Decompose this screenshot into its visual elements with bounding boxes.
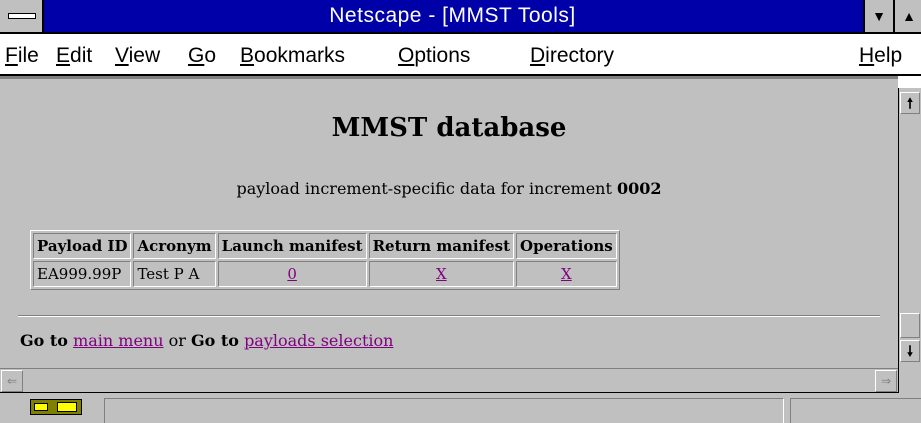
maximize-button[interactable]: ▲ <box>893 0 921 32</box>
menu-bookmarks[interactable]: Bookmarks <box>240 44 345 68</box>
minimize-button[interactable]: ▼ <box>863 0 893 32</box>
menu-view[interactable]: View <box>115 44 160 68</box>
scroll-up-button[interactable]: 🠕 <box>900 92 920 114</box>
scroll-down-button[interactable]: 🠗 <box>900 340 920 362</box>
scrollbar-corner <box>898 368 921 393</box>
window-title: Netscape - [MMST Tools] <box>329 4 576 27</box>
security-key-icon <box>30 399 82 415</box>
column-header-acronym: Acronym <box>133 233 216 259</box>
operations-link[interactable]: X <box>561 265 572 283</box>
triangle-down-icon: ▼ <box>872 8 886 24</box>
table-header-row: Payload ID Acronym Launch manifest Retur… <box>33 233 617 259</box>
column-header-return-manifest: Return manifest <box>368 233 515 259</box>
main-menu-link[interactable]: main menu <box>73 331 163 350</box>
cell-acronym: Test P A <box>133 261 216 287</box>
vertical-scrollbar[interactable]: 🠕 🠗 <box>898 88 921 368</box>
page-content: MMST database payload increment-specific… <box>0 76 898 368</box>
return-manifest-link[interactable]: X <box>436 265 447 283</box>
column-header-payload-id: Payload ID <box>33 233 132 259</box>
vertical-scroll-thumb[interactable] <box>900 313 920 338</box>
page-title: MMST database <box>331 113 567 143</box>
footer-navigation: Go to main menu or Go to payloads select… <box>20 331 394 350</box>
scroll-left-button[interactable]: ⇐ <box>1 370 23 392</box>
cell-payload-id: EA999.99P <box>33 261 132 287</box>
page-subtitle: payload increment-specific data for incr… <box>236 179 662 198</box>
increment-number: 0002 <box>617 179 662 198</box>
menu-options[interactable]: Options <box>398 44 470 68</box>
column-header-launch-manifest: Launch manifest <box>217 233 367 259</box>
horizontal-scrollbar[interactable]: ⇐ ⇒ <box>0 368 898 393</box>
arrow-up-icon: 🠕 <box>906 95 913 111</box>
system-menu-icon <box>8 13 36 19</box>
payloads-selection-link[interactable]: payloads selection <box>244 331 393 350</box>
arrow-left-icon: ⇐ <box>6 374 18 388</box>
menu-bar: File Edit View Go Bookmarks Options Dire… <box>0 34 921 76</box>
table-row: EA999.99P Test P A 0 X X <box>33 261 617 287</box>
payload-table: Payload ID Acronym Launch manifest Retur… <box>30 230 620 290</box>
title-bar: Netscape - [MMST Tools] ▼ ▲ <box>0 0 921 34</box>
menu-help[interactable]: Help <box>859 44 902 68</box>
status-message-field <box>104 398 784 423</box>
menu-go[interactable]: Go <box>188 44 216 68</box>
arrow-right-icon: ⇒ <box>880 374 892 388</box>
launch-manifest-link[interactable]: 0 <box>287 265 297 283</box>
status-bar <box>0 393 921 423</box>
menu-file[interactable]: File <box>5 44 39 68</box>
menu-directory[interactable]: Directory <box>530 44 614 68</box>
scroll-right-button[interactable]: ⇒ <box>875 370 897 392</box>
system-menu-button[interactable] <box>0 0 44 32</box>
menu-edit[interactable]: Edit <box>56 44 92 68</box>
horizontal-rule <box>18 315 880 317</box>
triangle-up-icon: ▲ <box>902 8 916 24</box>
progress-field <box>790 398 921 423</box>
arrow-down-icon: 🠗 <box>906 343 913 359</box>
column-header-operations: Operations <box>516 233 617 259</box>
